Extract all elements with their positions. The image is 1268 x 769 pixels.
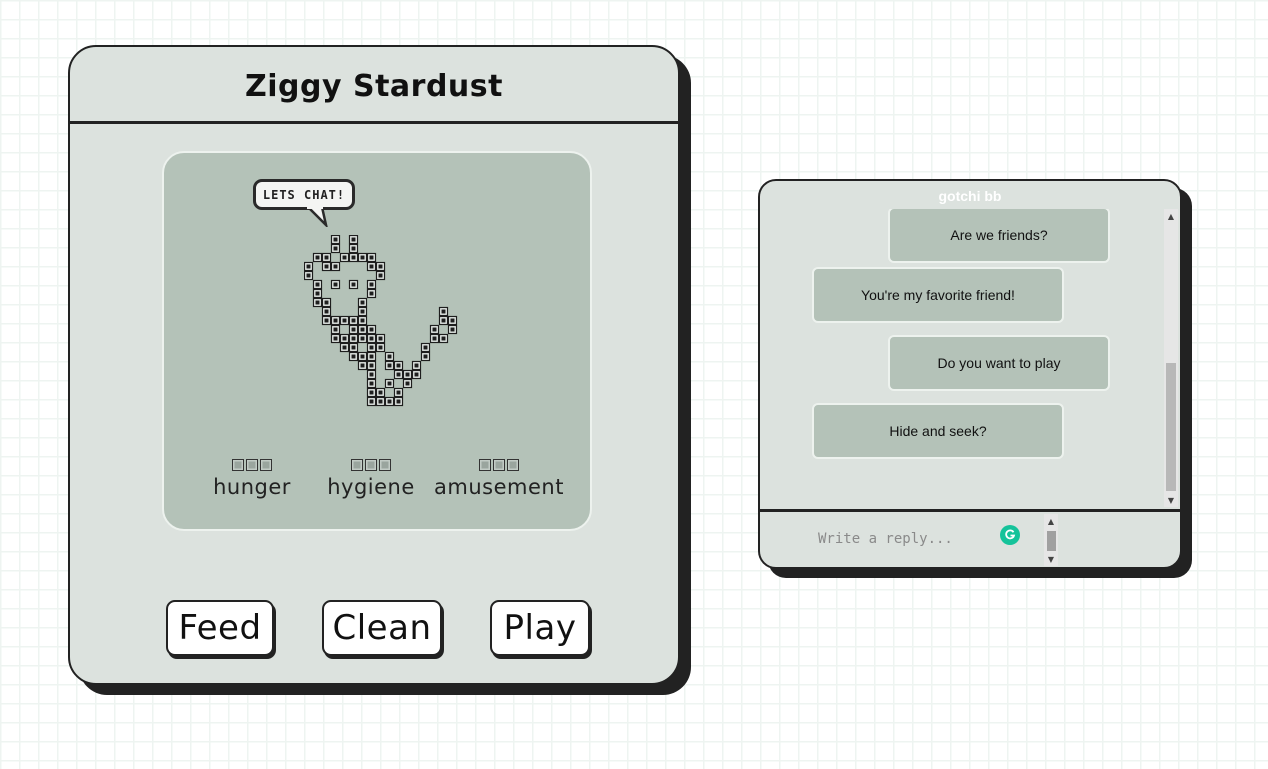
reply-input[interactable]: [818, 525, 998, 553]
stat-label: amusement: [434, 475, 564, 499]
feed-button[interactable]: Feed: [166, 600, 274, 656]
pixel-square-icon: [493, 459, 505, 471]
pixel-square-icon: [351, 459, 363, 471]
pixel-cat-icon: [304, 235, 458, 407]
scrollbar-thumb[interactable]: [1047, 531, 1056, 551]
chat-message: Are we friends?: [888, 209, 1110, 263]
clean-button[interactable]: Clean: [322, 600, 442, 656]
stat-hygiene: hygiene: [326, 459, 416, 499]
pixel-square-icon: [260, 459, 272, 471]
stat-hunger: hunger: [212, 459, 292, 499]
chat-divider: [760, 509, 1180, 512]
pet-screen: LETS CHAT! hunger hygiene amusement: [162, 151, 592, 531]
pet-header: Ziggy Stardust: [70, 47, 678, 124]
stat-label: hygiene: [327, 475, 415, 499]
speech-bubble-tail: [306, 207, 328, 227]
chat-message: You're my favorite friend!: [812, 267, 1064, 323]
play-button[interactable]: Play: [490, 600, 590, 656]
stat-amusement: amusement: [432, 459, 566, 499]
stat-hygiene-pips: [351, 459, 391, 471]
stat-hunger-pips: [232, 459, 272, 471]
scroll-down-arrow-icon[interactable]: ▼: [1044, 553, 1058, 565]
pixel-square-icon: [365, 459, 377, 471]
pet-name: Ziggy Stardust: [244, 68, 503, 104]
chat-message: Hide and seek?: [812, 403, 1064, 459]
scroll-down-arrow-icon[interactable]: ▼: [1164, 493, 1178, 507]
chat-title: gotchi bb: [938, 188, 1002, 204]
chat-scrollbar[interactable]: ▲ ▼: [1164, 209, 1178, 507]
pet-device: Ziggy Stardust LETS CHAT! hunger hygiene…: [68, 45, 680, 685]
scrollbar-thumb[interactable]: [1166, 363, 1176, 491]
chat-window: gotchi bb Are we friends? You're my favo…: [758, 179, 1182, 569]
pixel-square-icon: [232, 459, 244, 471]
chat-message: Do you want to play: [888, 335, 1110, 391]
scroll-up-arrow-icon[interactable]: ▲: [1044, 515, 1058, 527]
reply-scrollbar[interactable]: ▲ ▼: [1044, 514, 1058, 566]
pixel-square-icon: [246, 459, 258, 471]
grammarly-icon[interactable]: [1000, 525, 1020, 545]
speech-bubble-icon: LETS CHAT!: [253, 179, 355, 210]
pixel-square-icon: [379, 459, 391, 471]
stat-amusement-pips: [479, 459, 519, 471]
grammarly-g-glyph: [1005, 529, 1016, 540]
message-list[interactable]: Are we friends? You're my favorite frien…: [760, 209, 1164, 509]
pixel-square-icon: [479, 459, 491, 471]
stat-label: hunger: [213, 475, 291, 499]
scroll-up-arrow-icon[interactable]: ▲: [1164, 209, 1178, 223]
speech-bubble-text: LETS CHAT!: [262, 187, 346, 202]
pixel-square-icon: [507, 459, 519, 471]
